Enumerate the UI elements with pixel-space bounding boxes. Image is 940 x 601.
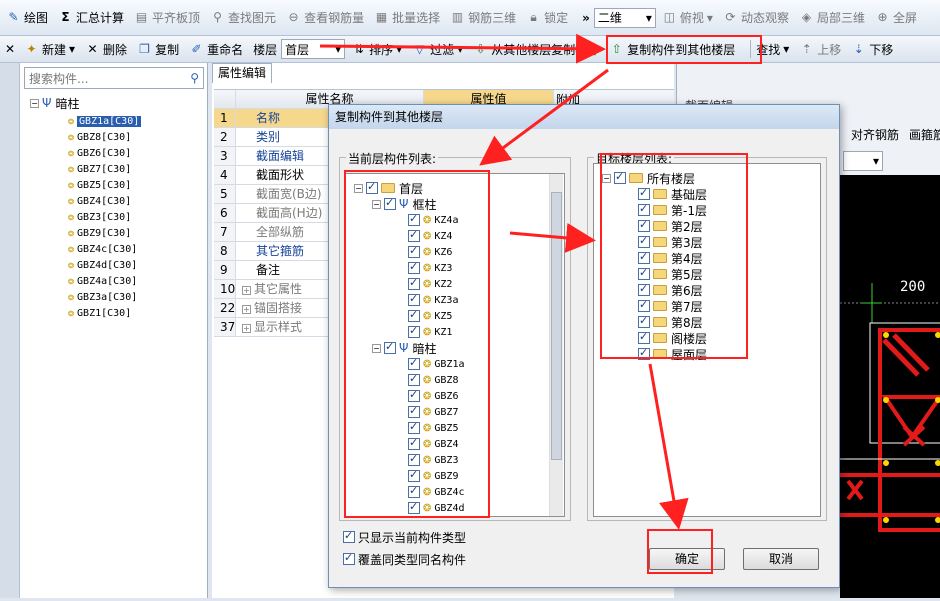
annotation-arrows <box>319 33 689 530</box>
